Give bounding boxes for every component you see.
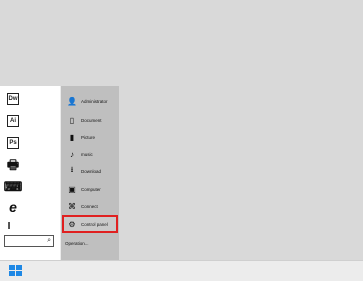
start-button[interactable] <box>9 265 23 277</box>
edge-icon[interactable]: e <box>6 200 20 214</box>
menu-item-label: Document <box>81 117 102 123</box>
photoshop-icon[interactable]: Ps <box>6 136 20 150</box>
menu-item-label: Administrator <box>81 98 108 104</box>
menu-item-label: Control panel <box>81 221 108 227</box>
menu-item-connect[interactable]: ⌘ Connect <box>64 199 116 213</box>
menu-item-administrator[interactable]: 👤 Administrator <box>64 94 116 108</box>
printer-icon[interactable]: 🖶 <box>6 158 20 172</box>
administrator-icon: 👤 <box>67 96 77 106</box>
menu-item-computer[interactable]: ▣ Computer <box>64 182 116 196</box>
keyboard-icon[interactable]: ⌨ <box>4 180 23 194</box>
menu-item-label: Computer <box>81 186 101 192</box>
menu-item-label: Picture <box>81 134 96 140</box>
control-panel-icon: ⚙ <box>68 219 76 229</box>
document-icon: ▯ <box>69 115 75 125</box>
menu-item-label: Connect <box>81 203 98 209</box>
menu-item-download[interactable]: ⭳ Download <box>64 164 116 178</box>
menu-item-music[interactable]: ♪ music <box>64 147 116 161</box>
windows-logo-icon <box>9 265 15 270</box>
computer-icon: ▣ <box>68 184 76 194</box>
menu-item-label: music <box>81 151 93 157</box>
illustrator-icon[interactable]: Ai <box>6 114 20 128</box>
operation-button[interactable]: Operation... <box>65 241 89 246</box>
taskbar <box>0 260 363 281</box>
search-input[interactable]: ⌕ <box>4 235 54 247</box>
picture-icon: ▮ <box>69 132 75 142</box>
search-icon[interactable]: ⌕ <box>47 236 51 246</box>
menu-item-picture[interactable]: ▮ Picture <box>64 130 116 144</box>
menu-item-document[interactable]: ▯ Document <box>64 113 116 127</box>
system-menu-column: 👤 Administrator ▯ Document ▮ Picture ♪ m… <box>61 86 119 260</box>
connect-icon: ⌘ <box>68 201 76 211</box>
download-icon: ⭳ <box>70 165 74 174</box>
music-icon: ♪ <box>70 149 74 159</box>
start-menu: Dw Ai Ps 🖶 ⌨ e I ⌕ 👤 Administrator ▯ Doc… <box>0 86 119 260</box>
menu-item-control-panel[interactable]: ⚙ Control panel <box>62 215 118 233</box>
text-cursor-icon: I <box>7 221 11 232</box>
dreamweaver-icon[interactable]: Dw <box>6 92 20 106</box>
menu-item-label: Download <box>81 168 102 174</box>
pinned-apps-column: Dw Ai Ps 🖶 ⌨ e I ⌕ <box>0 86 60 260</box>
